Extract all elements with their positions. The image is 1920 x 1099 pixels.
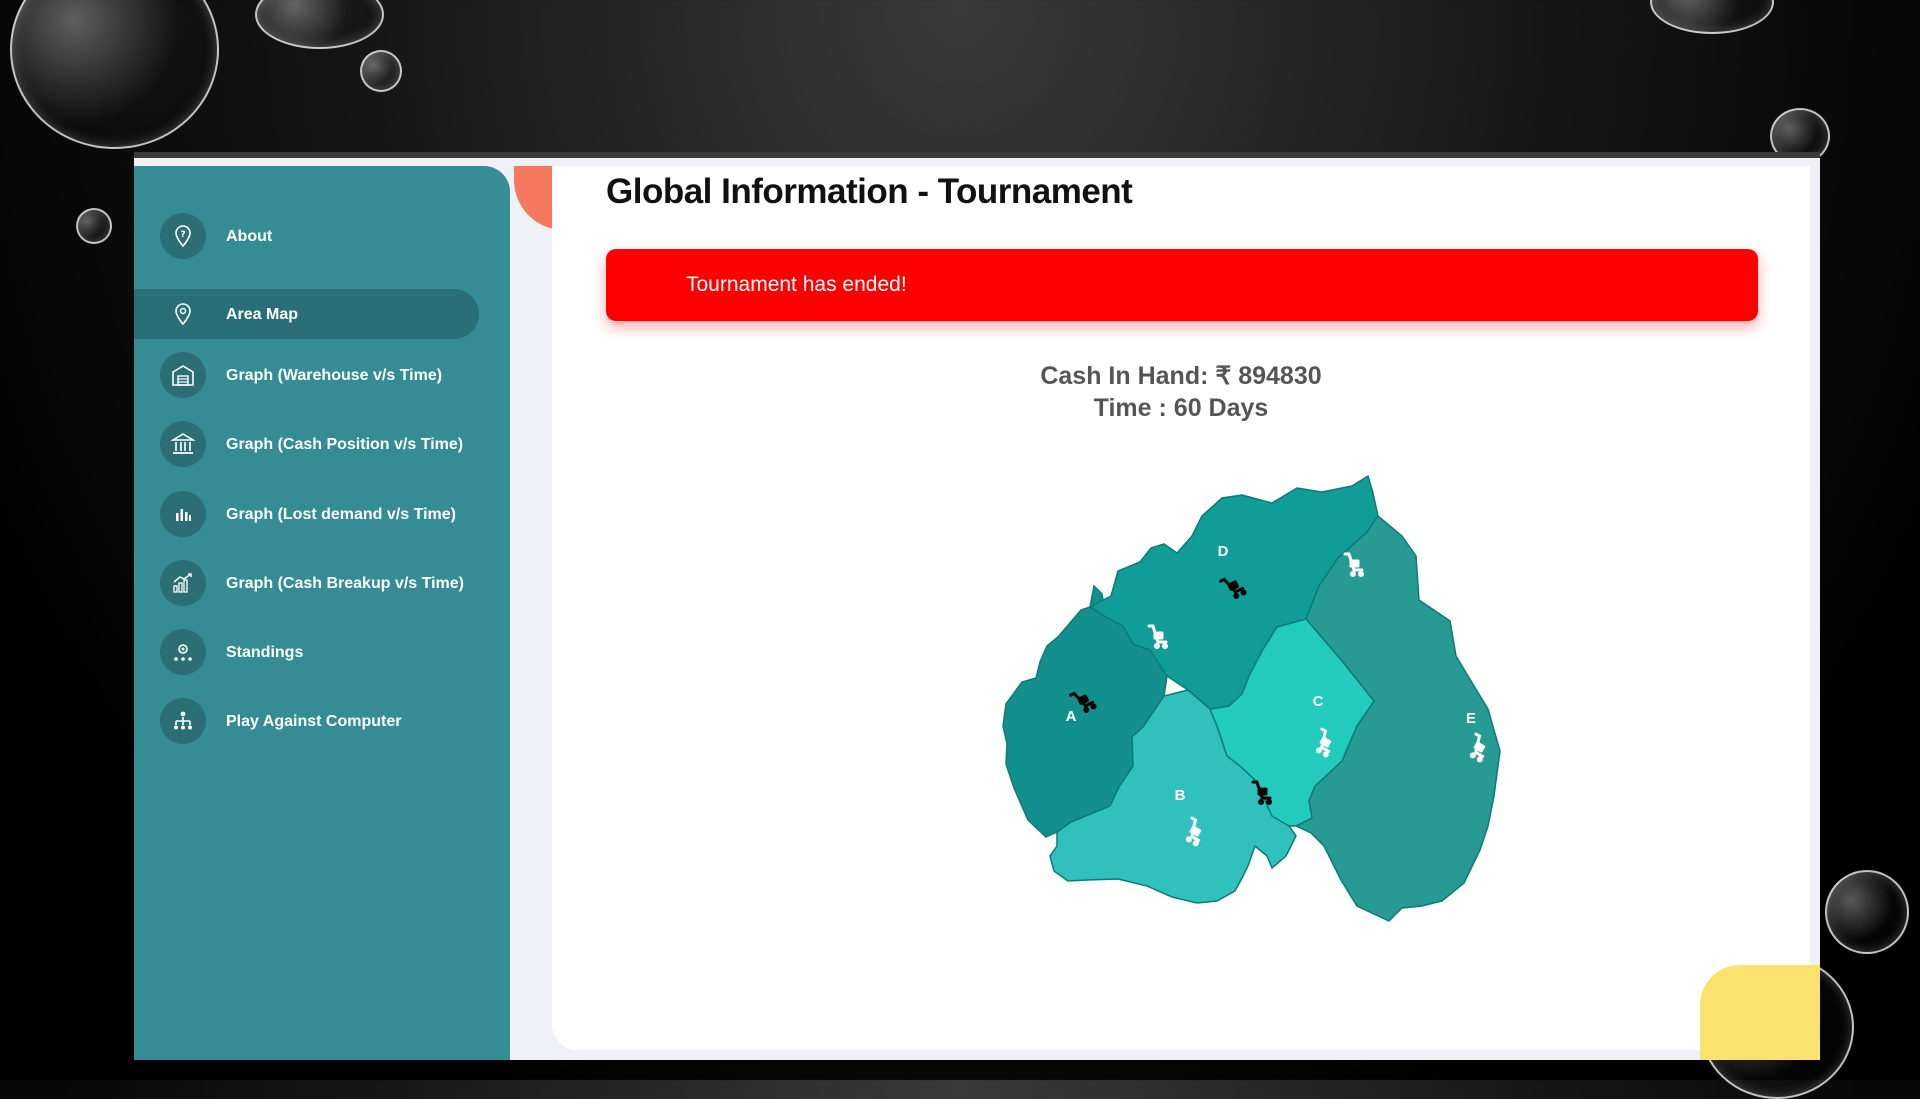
sidebar-item-label: Graph (Cash Breakup v/s Time) — [226, 574, 464, 592]
region-label-b: B — [1175, 787, 1186, 804]
sidebar-item-label: Graph (Lost demand v/s Time) — [226, 505, 456, 523]
decorative-bubble — [1825, 870, 1909, 954]
decorative-bubble — [10, 0, 219, 149]
sidebar-item-label: Graph (Cash Position v/s Time) — [226, 435, 464, 453]
main-panel: Global Information - Tournament Tourname… — [552, 166, 1810, 1050]
network-icon — [160, 698, 206, 744]
sidebar-item-label: Standings — [226, 643, 304, 661]
region-label-c: C — [1313, 693, 1324, 710]
region-label-d: D — [1218, 543, 1229, 560]
location-pin-icon — [160, 291, 206, 337]
decorative-bubble — [255, 0, 384, 49]
sidebar-item-graph-warehouse[interactable]: Graph (Warehouse v/s Time) — [134, 352, 479, 398]
growth-chart-icon — [160, 560, 206, 606]
sidebar-item-about[interactable]: ? About — [134, 213, 479, 259]
sidebar-item-standings[interactable]: Standings — [134, 629, 479, 675]
sidebar-item-area-map[interactable]: Area Map — [134, 289, 479, 339]
decorative-bubble — [1650, 0, 1774, 34]
svg-text:?: ? — [180, 230, 185, 240]
sidebar-item-label: About — [226, 227, 273, 245]
warehouse-icon — [160, 352, 206, 398]
decorative-accent — [1700, 965, 1820, 1060]
podium-icon — [160, 629, 206, 675]
sidebar-item-play-against-computer[interactable]: Play Against Computer — [134, 698, 479, 744]
sidebar-item-label: Area Map — [226, 305, 299, 323]
sidebar-item-label: Graph (Warehouse v/s Time) — [226, 366, 443, 384]
sidebar-item-graph-cash-breakup[interactable]: Graph (Cash Breakup v/s Time) — [134, 560, 479, 606]
sidebar-item-graph-cash-position[interactable]: Graph (Cash Position v/s Time) — [134, 421, 479, 467]
bank-icon — [160, 421, 206, 467]
sidebar-item-graph-lost-demand[interactable]: Graph (Lost demand v/s Time) — [134, 491, 479, 537]
sidebar: ? About Area Map Graph (Warehouse v/s Ti… — [134, 166, 510, 1060]
app-window: ? About Area Map Graph (Warehouse v/s Ti… — [134, 152, 1820, 1060]
bar-chart-icon — [160, 491, 206, 537]
question-pin-icon: ? — [160, 213, 206, 259]
sidebar-item-label: Play Against Computer — [226, 712, 402, 730]
decorative-bubble — [76, 208, 112, 244]
decorative-bubble — [360, 50, 402, 92]
area-map: A B C D E — [1002, 474, 1501, 922]
region-label-a: A — [1066, 708, 1077, 725]
region-label-e: E — [1466, 710, 1476, 727]
